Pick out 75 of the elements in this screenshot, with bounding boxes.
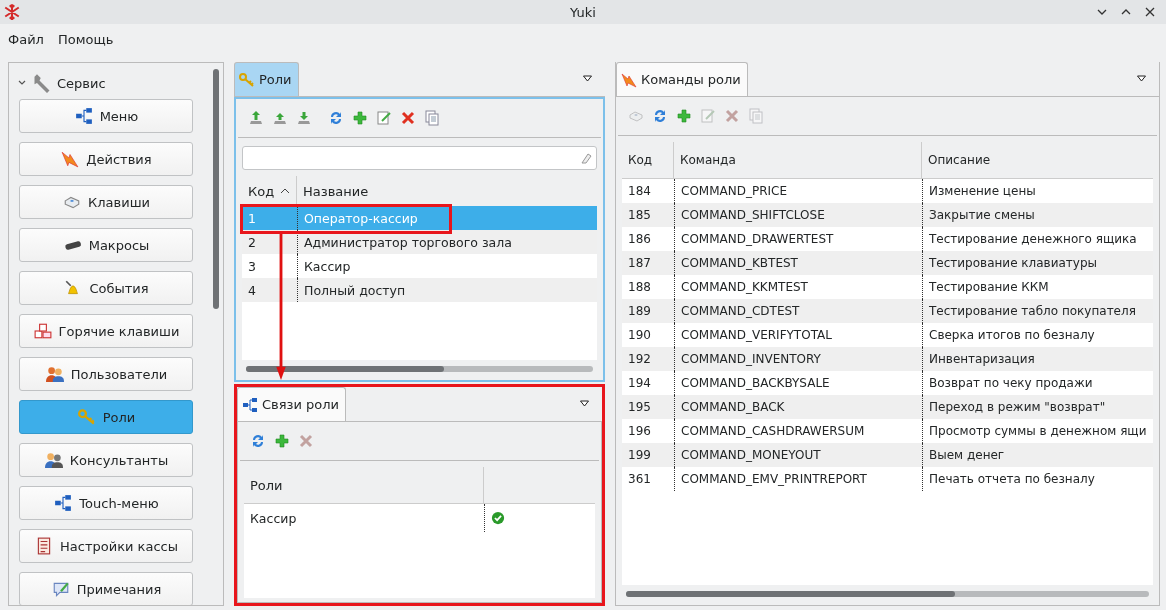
scrollbar[interactable]: [626, 591, 1149, 597]
scrollbar[interactable]: [213, 69, 219, 309]
close-button[interactable]: [1144, 6, 1156, 18]
table-cell-text: 187: [627, 255, 652, 272]
table-row[interactable]: 3 Кассир: [242, 254, 597, 278]
window-title: Yuki: [570, 4, 596, 20]
dropdown-icon[interactable]: [582, 75, 593, 83]
column-header[interactable]: Команда: [674, 142, 922, 178]
table-cell-text: 192: [627, 351, 652, 368]
table-cell-text: 184: [627, 183, 652, 200]
sidebar-button[interactable]: Роли: [19, 400, 193, 434]
scrollbar[interactable]: [246, 366, 593, 372]
refresh-icon[interactable]: [328, 110, 344, 126]
users-icon: [44, 365, 65, 383]
dropdown-icon[interactable]: [579, 400, 590, 408]
sidebar-button[interactable]: Горячие клавиши: [19, 314, 193, 348]
table-cell-text: 361: [627, 471, 652, 488]
users-icon: [43, 451, 64, 469]
edit-icon[interactable]: [376, 110, 392, 126]
sidebar-button[interactable]: Пользователи: [19, 357, 193, 391]
table-cell-text: 186: [627, 231, 652, 248]
sidebar-button[interactable]: Touch-меню: [19, 486, 193, 520]
lightning-icon: [60, 150, 81, 168]
panel-tab[interactable]: Связи роли: [237, 387, 347, 421]
sidebar-button[interactable]: Клавиши: [19, 185, 193, 219]
upload-icon[interactable]: [272, 110, 288, 126]
sidebar-button[interactable]: Макросы: [19, 228, 193, 262]
refresh-icon[interactable]: [652, 108, 668, 124]
menu-item[interactable]: Помощь: [57, 31, 114, 47]
table-cell-text: 185: [627, 207, 652, 224]
dropdown-icon[interactable]: [1136, 75, 1147, 83]
table-cell-text: 3: [247, 257, 257, 276]
refresh-icon[interactable]: [250, 433, 266, 449]
sidebar-button[interactable]: Действия: [19, 142, 193, 176]
table-cell-text: Кассир: [249, 509, 298, 528]
add-icon[interactable]: [352, 110, 368, 126]
lightning-icon: [621, 71, 637, 88]
upload-icon[interactable]: [248, 110, 264, 126]
panel-tab[interactable]: Роли: [234, 62, 299, 96]
table-cell-text: 4: [247, 281, 257, 300]
table-cell-text: 190: [627, 327, 652, 344]
sidebar-button[interactable]: Настройки кассы: [19, 529, 193, 563]
clear-icon[interactable]: [580, 152, 592, 164]
sidebar-button[interactable]: События: [19, 271, 193, 305]
column-header[interactable]: Код: [242, 176, 297, 206]
table-cell-text: 2: [247, 233, 257, 252]
tree-icon: [73, 107, 94, 125]
tree-icon: [242, 396, 258, 413]
copy-icon[interactable]: [424, 110, 440, 126]
table-cell-text: 194: [627, 375, 652, 392]
add-icon[interactable]: [676, 108, 692, 124]
tree-icon: [53, 494, 74, 512]
group-label: Сервис: [57, 75, 106, 91]
table-cell-text: 188: [627, 279, 652, 296]
panel-tab[interactable]: Команды роли: [616, 62, 748, 96]
download-icon[interactable]: [296, 110, 312, 126]
add-icon[interactable]: [274, 433, 290, 449]
menu-item[interactable]: Файл: [8, 31, 44, 47]
table-cell-text: 196: [627, 423, 652, 440]
column-header[interactable]: Название: [297, 176, 597, 206]
table-cell-text: 195: [627, 399, 652, 416]
column-header[interactable]: Описание: [922, 142, 1153, 178]
delete-icon[interactable]: [400, 110, 416, 126]
sidebar-button[interactable]: Консультанты: [19, 443, 193, 477]
table-cell-text: 199: [627, 447, 652, 464]
key-icon: [239, 71, 255, 88]
sidebar-button[interactable]: Примечания: [19, 572, 193, 605]
snowflake-icon: [3, 3, 21, 21]
table-cell-text: 189: [627, 303, 652, 320]
sidebar-button[interactable]: Меню: [19, 99, 193, 133]
column-header[interactable]: Роли: [244, 467, 484, 503]
search-field[interactable]: [242, 146, 597, 170]
key-icon: [76, 408, 97, 426]
column-header[interactable]: Код: [622, 142, 674, 178]
table-cell-text: 1: [247, 209, 257, 228]
